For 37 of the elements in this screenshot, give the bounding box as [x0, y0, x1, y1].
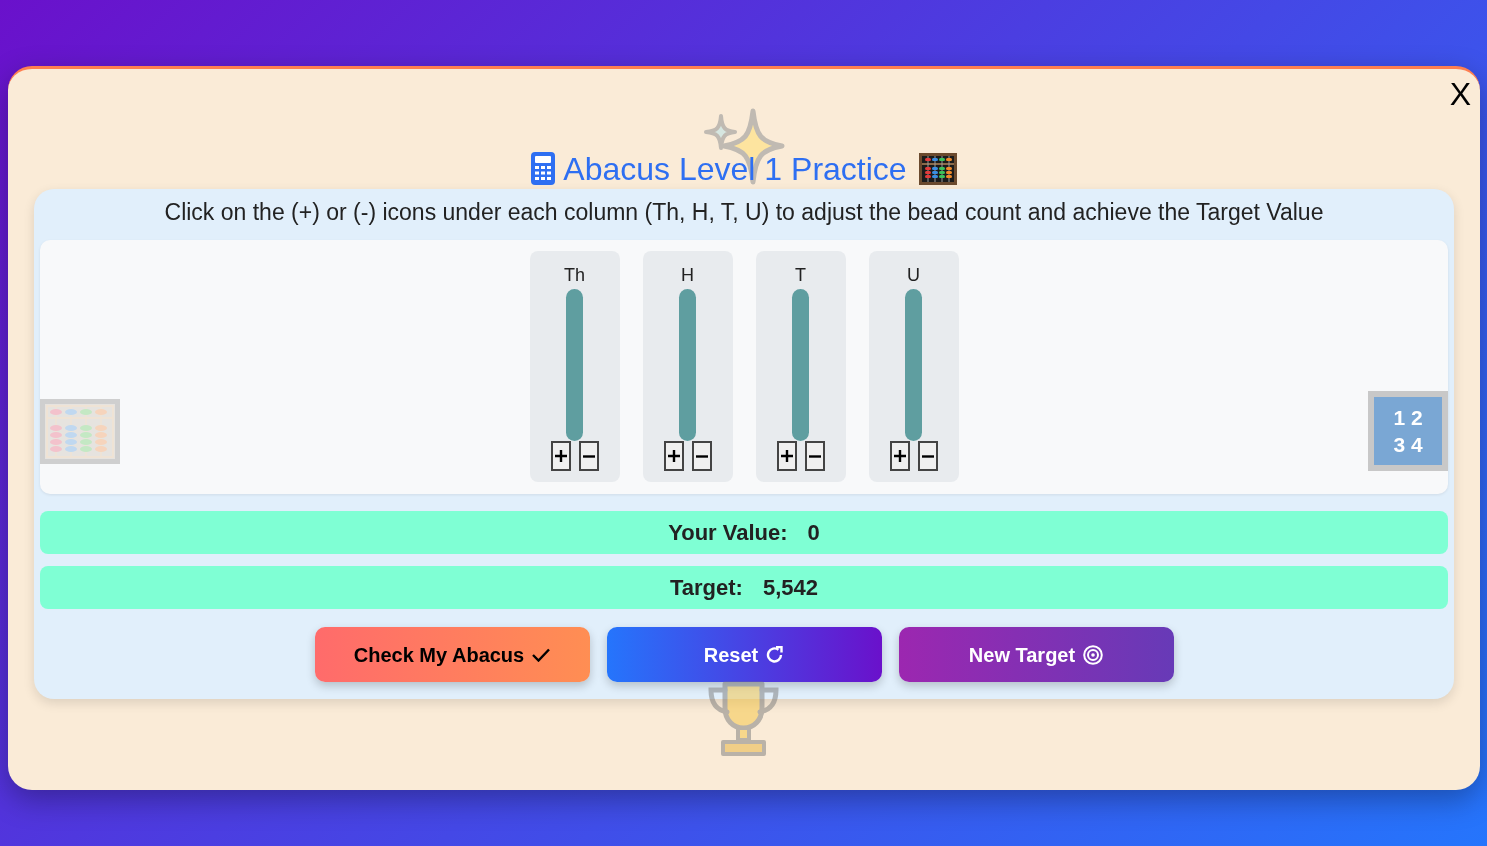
column-label: U — [907, 264, 920, 286]
increment-button[interactable] — [550, 441, 571, 471]
plus-icon — [667, 450, 680, 462]
instructions-text: Click on the (+) or (-) icons under each column (Th, H, T, U) to adjust the bead count and achieve the Target Value — [163, 198, 1325, 227]
plus-icon — [893, 450, 906, 462]
readout-label: Target: — [670, 574, 743, 602]
abacus-icon — [918, 152, 957, 185]
readout-value: 5,542 — [762, 574, 818, 602]
readout-value: 0 — [807, 519, 820, 547]
minus-icon — [808, 454, 821, 458]
column-label: Th — [564, 264, 585, 286]
check-icon — [532, 647, 551, 662]
column-label: H — [681, 264, 694, 286]
decrement-button[interactable] — [691, 441, 712, 471]
minus-icon — [582, 454, 595, 458]
check-button[interactable]: Check My Abacus — [314, 627, 590, 682]
dialog-title: Abacus Level 1 Practice — [563, 149, 907, 189]
increment-button[interactable] — [776, 441, 797, 471]
plus-icon — [780, 450, 793, 462]
reset-button[interactable]: Reset — [606, 627, 882, 682]
increment-button[interactable] — [889, 441, 910, 471]
minus-icon — [695, 454, 708, 458]
refresh-icon — [766, 645, 785, 664]
minus-icon — [921, 454, 934, 458]
increment-button[interactable] — [663, 441, 684, 471]
new-target-button[interactable]: New Target — [898, 627, 1174, 682]
close-button[interactable]: X — [1449, 78, 1471, 110]
plus-icon — [554, 450, 567, 462]
decrement-button[interactable] — [578, 441, 599, 471]
target-icon — [1083, 644, 1104, 665]
decrement-button[interactable] — [917, 441, 938, 471]
tile-digits: 1 2 — [1393, 405, 1423, 431]
calculator-icon — [531, 152, 556, 185]
column-label: T — [795, 264, 806, 286]
tile-digits: 3 4 — [1393, 432, 1423, 458]
readout-label: Your Value: — [668, 519, 788, 547]
decrement-button[interactable] — [804, 441, 825, 471]
